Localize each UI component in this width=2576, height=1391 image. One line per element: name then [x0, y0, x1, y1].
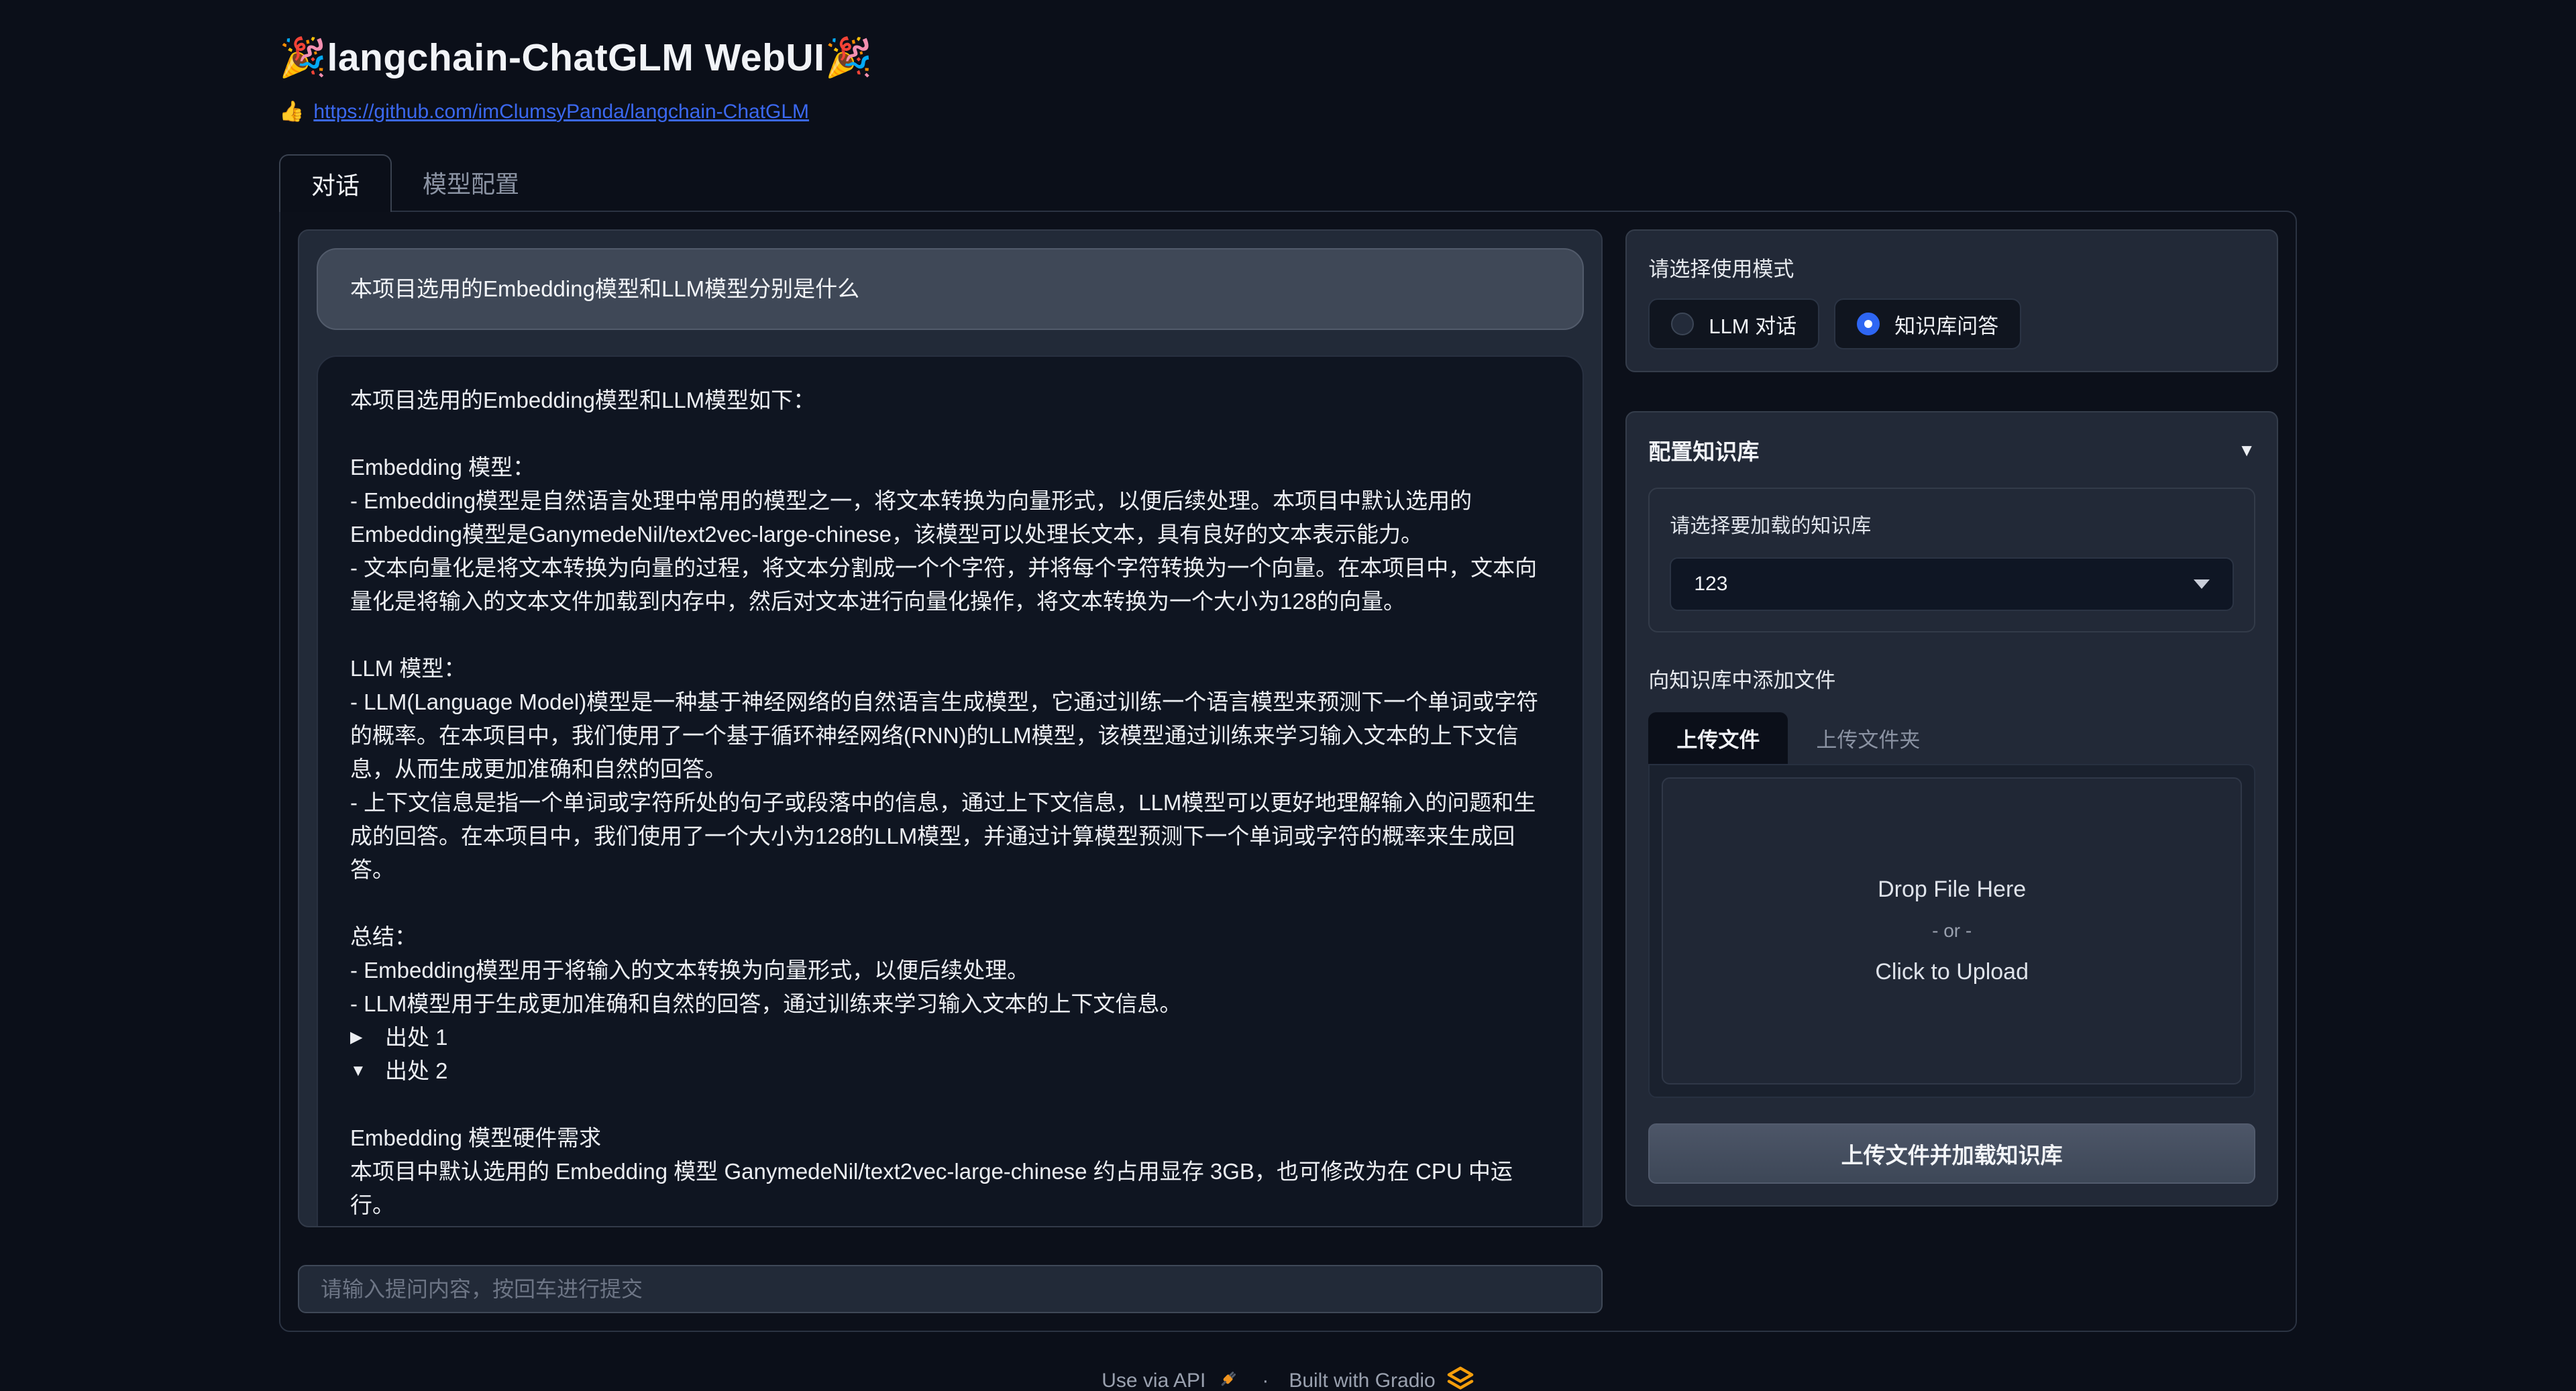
tab-model-config[interactable]: 模型配置	[392, 154, 550, 211]
mode-radio-group: LLM 对话 知识库问答	[1648, 298, 2255, 349]
dropzone-line1: Drop File Here	[1878, 877, 2026, 903]
bot-message-text: 本项目选用的Embedding模型和LLM模型如下： Embedding 模型：…	[350, 384, 1550, 1021]
source-2-label: 出处 2	[385, 1054, 448, 1088]
source-2-toggle[interactable]: ▼ 出处 2	[350, 1054, 1550, 1088]
kb-select-box: 请选择要加载的知识库 123	[1648, 488, 2255, 632]
tab-upload-folder[interactable]: 上传文件夹	[1788, 712, 1948, 764]
kb-accordion-header[interactable]: 配置知识库 ▼	[1648, 434, 2255, 466]
tab-chat[interactable]: 对话	[279, 154, 392, 212]
source-1-toggle[interactable]: ▶ 出处 1	[350, 1021, 1550, 1054]
user-message: 本项目选用的Embedding模型和LLM模型分别是什么	[317, 248, 1584, 330]
kb-dropdown-value: 123	[1694, 573, 1727, 596]
chatbot-window: 本项目选用的Embedding模型和LLM模型分别是什么 本项目选用的Embed…	[298, 229, 1603, 1227]
mode-panel: 请选择使用模式 LLM 对话 知识库问答	[1625, 229, 2278, 372]
radio-unselected-icon	[1671, 313, 1694, 335]
chevron-down-icon: ▼	[2238, 440, 2255, 461]
kb-panel-title: 配置知识库	[1648, 434, 1759, 466]
upload-tab-panel: Drop File Here - or - Click to Upload	[1648, 764, 2255, 1098]
triangle-expanded-icon: ▼	[350, 1054, 373, 1088]
radio-selected-icon	[1857, 313, 1880, 335]
mode-panel-label: 请选择使用模式	[1648, 252, 2255, 282]
radio-knowledge-qa[interactable]: 知识库问答	[1834, 298, 2021, 349]
chat-input[interactable]	[298, 1265, 1603, 1313]
thumbs-up-icon: 👍	[279, 100, 304, 123]
party-popper-icon: 🎉	[824, 36, 872, 79]
add-file-label: 向知识库中添加文件	[1648, 663, 2255, 693]
tab-upload-file[interactable]: 上传文件	[1648, 712, 1788, 764]
app-container: 🎉langchain-ChatGLM WebUI🎉 👍 https://gith…	[279, 0, 2297, 1391]
built-with-gradio-link[interactable]: Built with Gradio	[1289, 1370, 1435, 1391]
dropzone-line2: Click to Upload	[1875, 959, 2029, 985]
footer-separator: ·	[1262, 1370, 1269, 1391]
repo-link-row: 👍 https://github.com/imClumsyPanda/langc…	[279, 100, 2297, 123]
page: 🎉langchain-ChatGLM WebUI🎉 👍 https://gith…	[0, 0, 2576, 1391]
upload-and-load-kb-button[interactable]: 上传文件并加载知识库	[1648, 1123, 2255, 1184]
bot-message: 本项目选用的Embedding模型和LLM模型如下： Embedding 模型：…	[317, 355, 1584, 1227]
page-title: 🎉langchain-ChatGLM WebUI🎉	[279, 35, 2297, 80]
triangle-collapsed-icon: ▶	[350, 1021, 373, 1054]
footer: Use via API · Built with Gradio	[279, 1364, 2297, 1391]
repo-link[interactable]: https://github.com/imClumsyPanda/langcha…	[313, 101, 809, 123]
dropzone-or: - or -	[1932, 920, 1972, 942]
kb-select-label: 请选择要加载的知识库	[1670, 509, 2234, 539]
upload-tabbar: 上传文件 上传文件夹	[1648, 712, 2255, 764]
kb-dropdown[interactable]: 123	[1670, 557, 2234, 611]
user-message-text: 本项目选用的Embedding模型和LLM模型分别是什么	[350, 276, 859, 301]
chat-input-row	[298, 1265, 1603, 1313]
config-column: 请选择使用模式 LLM 对话 知识库问答 配置知识库	[1625, 229, 2278, 1207]
dropdown-caret-icon	[2194, 579, 2210, 589]
file-dropzone[interactable]: Drop File Here - or - Click to Upload	[1662, 777, 2242, 1084]
knowledge-base-panel: 配置知识库 ▼ 请选择要加载的知识库 123 向知识库中添加文件 上传文件 上传	[1625, 411, 2278, 1207]
chat-column: 本项目选用的Embedding模型和LLM模型分别是什么 本项目选用的Embed…	[298, 229, 1603, 1313]
gradio-logo-icon	[1446, 1364, 1474, 1391]
plug-icon	[1216, 1366, 1242, 1391]
party-popper-icon: 🎉	[279, 36, 327, 79]
page-title-text: langchain-ChatGLM WebUI	[327, 36, 824, 79]
use-via-api-link[interactable]: Use via API	[1102, 1370, 1205, 1391]
main-tabbar: 对话 模型配置	[279, 154, 2297, 211]
source-1-label: 出处 1	[385, 1021, 448, 1054]
radio-knowledge-qa-label: 知识库问答	[1894, 309, 1998, 339]
radio-llm-chat-label: LLM 对话	[1709, 309, 1796, 339]
radio-llm-chat[interactable]: LLM 对话	[1648, 298, 1819, 349]
chat-tab-panel: 本项目选用的Embedding模型和LLM模型分别是什么 本项目选用的Embed…	[279, 211, 2297, 1332]
bot-message-hardware-note: Embedding 模型硬件需求 本项目中默认选用的 Embedding 模型 …	[350, 1088, 1550, 1222]
